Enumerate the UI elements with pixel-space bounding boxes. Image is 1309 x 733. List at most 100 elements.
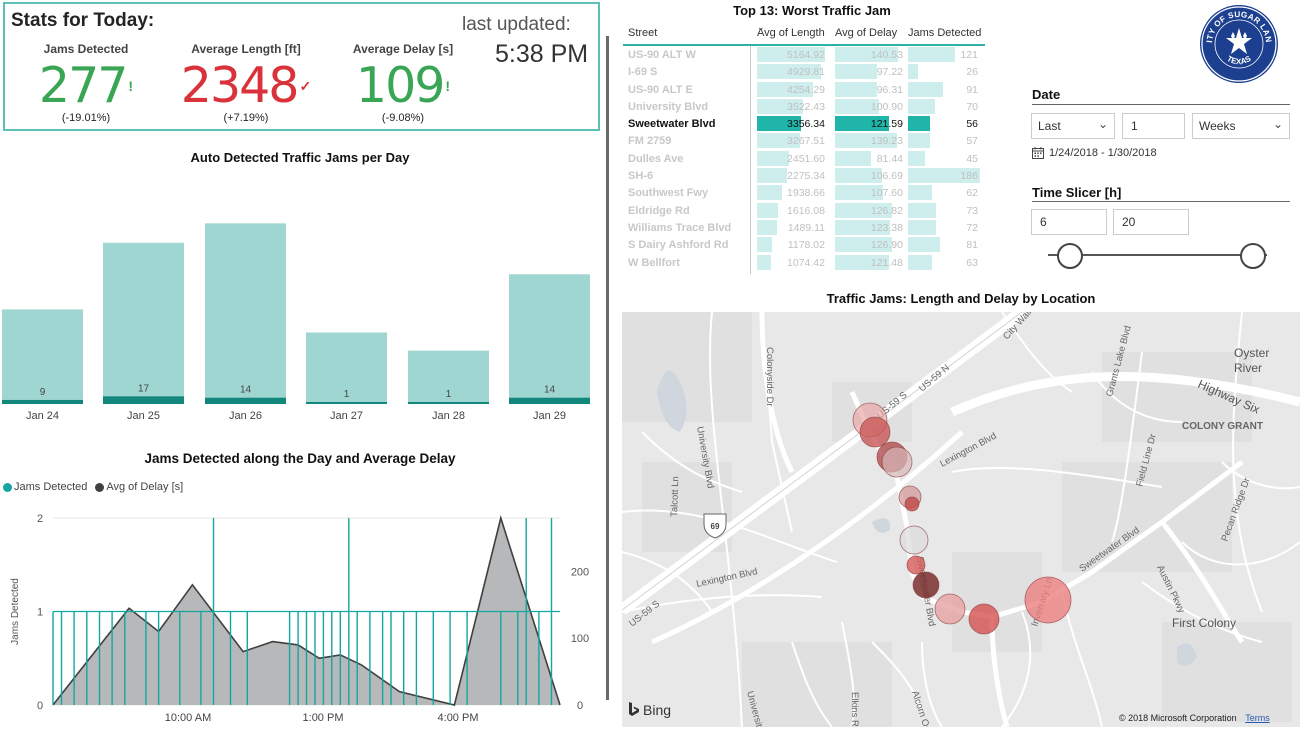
street-cell: I-69 S — [628, 66, 658, 79]
table-row[interactable]: University Blvd 3522.43 100.90 70 — [623, 98, 985, 115]
cell-value: 5164.92 — [787, 49, 825, 61]
len-cell: 1074.42 — [757, 254, 827, 270]
x-tick-label: 4:00 PM — [438, 712, 479, 724]
cell-value: 106.69 — [870, 170, 903, 183]
time-slider-start-handle[interactable] — [1057, 243, 1083, 269]
date-mode-value: Last — [1038, 119, 1061, 133]
copyright-text: © 2018 Microsoft Corporation — [1119, 713, 1237, 723]
col-avg-delay[interactable]: Avg of Delay — [835, 27, 897, 39]
data-label: 17 — [138, 383, 150, 394]
cell-bar — [908, 237, 940, 253]
cell-bar — [908, 150, 926, 166]
cell-value: 81 — [966, 239, 978, 252]
last-updated-label: last updated: — [462, 14, 571, 35]
col-avg-length[interactable]: Avg of Length — [757, 27, 825, 39]
table-row[interactable]: Sweetwater Blvd 3356.34 121.59 56 — [623, 115, 985, 132]
cell-value: 139.23 — [870, 135, 903, 148]
map-title: Traffic Jams: Length and Delay by Locati… — [826, 291, 1096, 306]
len-cell: 3522.43 — [757, 98, 827, 114]
date-count-input[interactable]: 1 — [1122, 113, 1185, 139]
cell-value: 126.82 — [870, 204, 903, 217]
del-cell: 123.38 — [835, 219, 905, 235]
table-row[interactable]: Dulles Ave 2451.60 81.44 45 — [623, 150, 985, 167]
legend-delay: Avg of Delay [s] — [106, 481, 184, 493]
cell-bar — [908, 219, 937, 235]
len-cell: 4929.81 — [757, 64, 827, 80]
x-tick-label: Jan 26 — [229, 410, 262, 422]
date-mode-dropdown[interactable]: Last ⌄ — [1031, 113, 1115, 139]
map-label: Oyster — [1234, 346, 1269, 360]
cell-bar — [908, 64, 919, 80]
cell-value: 91 — [966, 83, 978, 96]
street-cell: Dulles Ave — [628, 152, 684, 165]
time-start-input[interactable]: 6 — [1031, 209, 1107, 235]
cell-bar — [757, 237, 773, 253]
jams-delay-line-chart: 0 1 2 0 100 200 Jams Detected 10:00 AM 1:00 PM 4:… — [10, 513, 589, 724]
x-tick-label: Jan 24 — [26, 410, 59, 422]
cell-value: 2451.60 — [787, 152, 825, 165]
cell-value: 1489.11 — [787, 221, 825, 234]
cell-bar — [835, 64, 877, 80]
cell-value: 26 — [966, 66, 978, 79]
table-body: US-90 ALT W 5164.92 140.53 121 I-69 S 4929.81… — [623, 46, 985, 271]
table-row[interactable]: Eldridge Rd 1616.08 126.82 73 — [623, 202, 985, 219]
line-chart-legend: Jams Detected Avg of Delay [s] — [3, 481, 183, 493]
time-slider-end-handle[interactable] — [1240, 243, 1266, 269]
cell-value: 100.90 — [870, 100, 903, 113]
map-copyright: © 2018 Microsoft Corporation Terms — [1119, 713, 1270, 723]
table-row[interactable]: SH-6 2275.34 106.69 186 — [623, 167, 985, 184]
y-left-tick: 0 — [37, 700, 43, 712]
col-street[interactable]: Street — [628, 27, 657, 39]
len-cell: 1178.02 — [757, 237, 827, 253]
cell-value: 2275.34 — [787, 170, 825, 183]
col-jams-detected[interactable]: Jams Detected — [908, 27, 981, 39]
y-right-tick: 100 — [571, 633, 589, 645]
jam-bubble — [859, 416, 891, 448]
cell-value: 72 — [966, 221, 978, 234]
table-row[interactable]: FM 2759 3267.51 139.23 57 — [623, 132, 985, 149]
chevron-down-icon: ⌄ — [1097, 117, 1108, 131]
chevron-down-icon: ⌄ — [1272, 117, 1283, 131]
cell-value: 107.60 — [870, 187, 903, 200]
jam-bubble — [1024, 576, 1072, 624]
sort-desc-icon: ⌄ — [757, 22, 765, 32]
table-row[interactable]: S Dairy Ashford Rd 1178.02 126.90 81 — [623, 236, 985, 253]
len-cell: 3267.51 — [757, 133, 827, 149]
y-left-tick: 2 — [37, 513, 43, 525]
cell-value: 1074.42 — [787, 256, 825, 269]
traffic-map[interactable]: 69 US-59 S US-59 N City Walk Highway Six Oys… — [622, 312, 1300, 727]
time-end-input[interactable]: 20 — [1113, 209, 1189, 235]
table-row[interactable]: I-69 S 4929.81 97.22 26 — [623, 63, 985, 80]
kpi-jams-label: Jams Detected — [43, 42, 129, 56]
kpi-jams-detected[interactable]: Jams Detected 277! (-19.01%) — [1, 42, 171, 124]
date-unit-dropdown[interactable]: Weeks ⌄ — [1192, 113, 1290, 139]
del-cell: 100.90 — [835, 98, 905, 114]
street-cell: Williams Trace Blvd — [628, 221, 732, 234]
x-tick-label: Jan 28 — [432, 410, 465, 422]
street-cell: FM 2759 — [628, 135, 672, 148]
table-row[interactable]: US-90 ALT E 4254.29 96.31 91 — [623, 81, 985, 98]
cell-value: 63 — [966, 256, 978, 269]
table-row[interactable]: Southwest Fwy 1938.66 107.60 62 — [623, 184, 985, 201]
cell-bar — [757, 150, 790, 166]
table-row[interactable]: US-90 ALT W 5164.92 140.53 121 — [623, 46, 985, 63]
bing-logo: Bing — [628, 702, 671, 718]
kpi-length-value: 2348 — [180, 57, 300, 114]
kpi-average-length[interactable]: Average Length [ft] 2348 ✓ (+7.19%) — [161, 42, 331, 124]
del-cell: 96.31 — [835, 81, 905, 97]
street-cell: US-90 ALT E — [628, 83, 693, 96]
table-row[interactable]: Williams Trace Blvd 1489.11 123.38 72 — [623, 219, 985, 236]
map-label: Alcorn Oaks Dr — [909, 690, 939, 727]
data-label: 9 — [40, 387, 46, 398]
last-updated-time: 5:38 PM — [495, 40, 589, 68]
cell-value: 4254.29 — [787, 83, 825, 96]
table-row[interactable]: W Bellfort 1074.42 121.48 63 — [623, 254, 985, 271]
del-cell: 126.82 — [835, 202, 905, 218]
kpi-average-delay[interactable]: Average Delay [s] 109! (-9.08%) — [318, 42, 488, 124]
time-slicer-rule — [1032, 201, 1290, 202]
kpi-title: Stats for Today: — [11, 10, 155, 31]
y-axis-label: Jams Detected — [10, 578, 21, 645]
bar-segment — [2, 399, 83, 404]
cell-value: 121.48 — [870, 256, 903, 269]
terms-link[interactable]: Terms — [1245, 713, 1270, 723]
